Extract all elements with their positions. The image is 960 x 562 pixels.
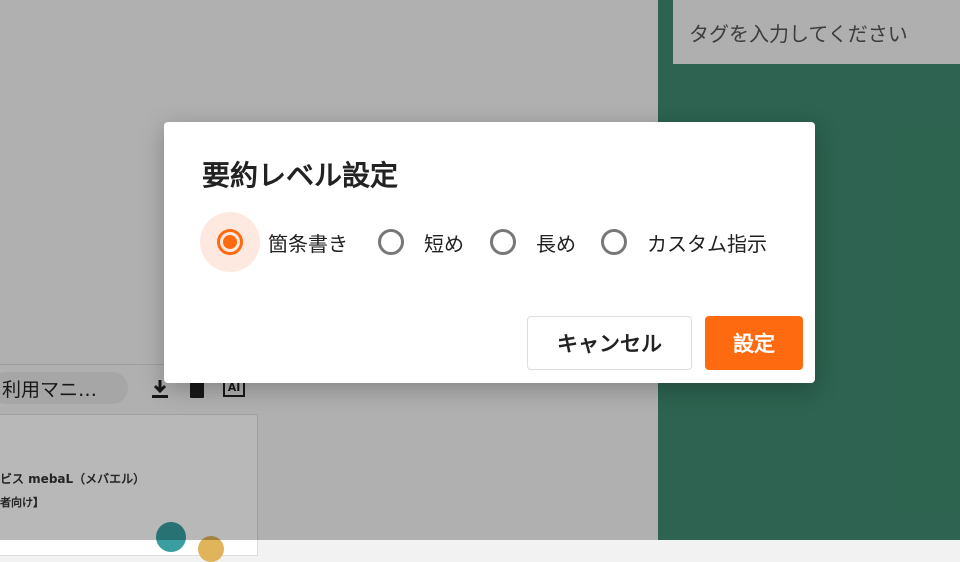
radio-label: 長め xyxy=(536,231,576,256)
radio-option-long[interactable]: 長め xyxy=(488,212,576,272)
radio-dot-icon xyxy=(223,235,237,249)
radio-focus-ring xyxy=(376,212,406,272)
radio-option-custom[interactable]: カスタム指示 xyxy=(599,212,767,272)
cancel-button[interactable]: キャンセル xyxy=(527,316,692,370)
confirm-button[interactable]: 設定 xyxy=(705,316,803,370)
radio-checked-icon[interactable] xyxy=(217,229,243,255)
radio-label: カスタム指示 xyxy=(647,231,767,256)
radio-unchecked-icon[interactable] xyxy=(601,229,627,255)
summary-level-dialog: 要約レベル設定 箇条書き 短め 長め カスタム指示 キャンセル 設定 xyxy=(164,122,815,383)
radio-option-bullets[interactable]: 箇条書き xyxy=(200,212,348,272)
radio-unchecked-icon[interactable] xyxy=(490,229,516,255)
radio-unchecked-icon[interactable] xyxy=(378,229,404,255)
dialog-title: 要約レベル設定 xyxy=(202,159,399,192)
radio-focus-ring xyxy=(599,212,629,272)
summary-level-radio-group: 箇条書き 短め 長め カスタム指示 xyxy=(200,212,800,272)
radio-option-short[interactable]: 短め xyxy=(376,212,464,272)
radio-label: 箇条書き xyxy=(268,231,348,256)
radio-focus-ring xyxy=(200,212,260,272)
radio-label: 短め xyxy=(424,231,464,256)
radio-focus-ring xyxy=(488,212,518,272)
